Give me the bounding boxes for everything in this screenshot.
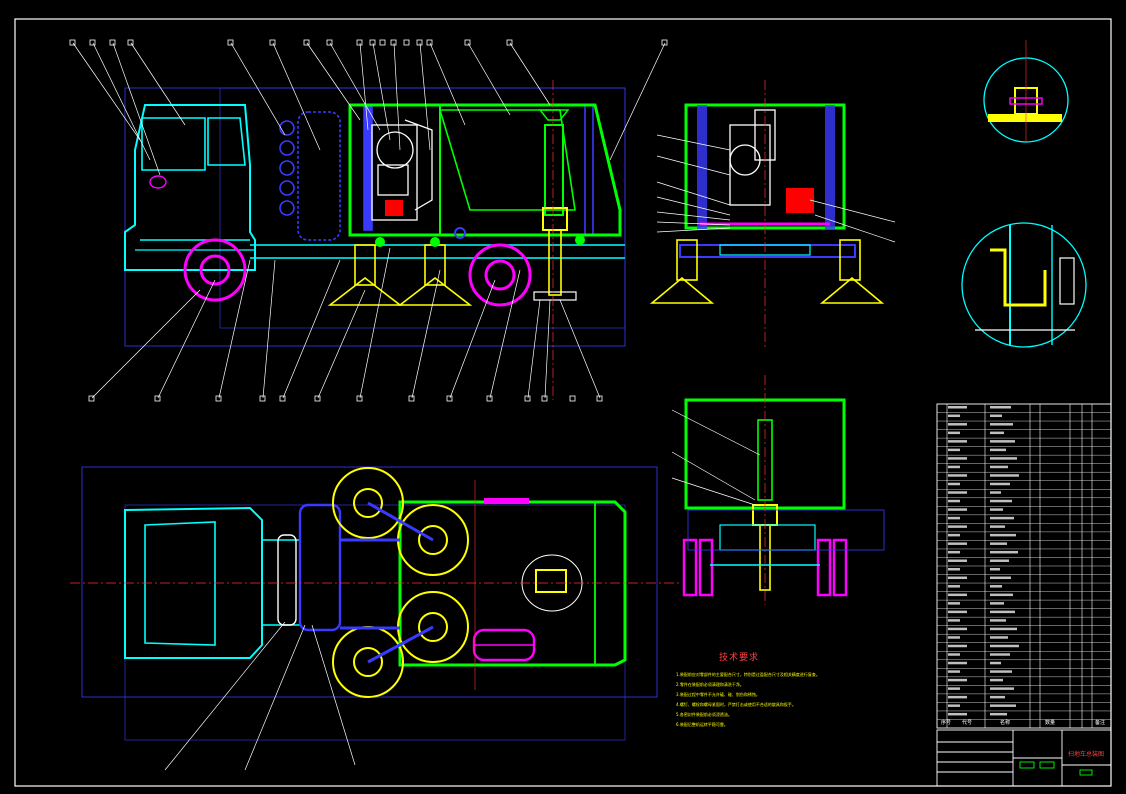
rear-view (671, 375, 885, 605)
note-line: 4.螺钉、螺栓和螺母紧固时，严禁打击或使用不合适的旋具和扳手。 (676, 702, 796, 707)
note-line: 3.装配过程中零件不允许磕、碰、划伤和锈蚀。 (676, 692, 760, 697)
note-line: 1.装配前应对零部件的主要配合尺寸，特别是过盈配合尺寸及相关精度进行复查。 (676, 672, 820, 677)
note-line: 5.各密封件装配前必须浸透油。 (676, 712, 732, 717)
parts-list (936, 403, 1112, 729)
note-line: 6.装配后整机运转平稳可靠。 (676, 722, 728, 727)
detail-view-b (961, 222, 1087, 348)
assembly-drawing (14, 18, 1112, 787)
detail-view-a (983, 40, 1069, 143)
header-label-remark: 备注 (1095, 720, 1106, 726)
front-view (649, 80, 896, 350)
top-view (70, 466, 680, 771)
note-line: 2.零件在装配前必须清理和清洗干净。 (676, 682, 744, 687)
drawing-title: 扫地车总装图 (1068, 751, 1105, 758)
side-view (69, 39, 668, 402)
title-block-frame (936, 729, 1112, 787)
header-label-name: 名称 (1000, 720, 1011, 726)
notes-list: 1.装配前应对零部件的主要配合尺寸，特别是过盈配合尺寸及相关精度进行复查。 2.… (676, 670, 936, 730)
header-label-qty: 数量 (1045, 720, 1056, 726)
header-label-no: 序号 (941, 720, 952, 726)
notes-title: 技术要求 (719, 653, 760, 663)
header-label-code: 代号 (962, 720, 973, 726)
